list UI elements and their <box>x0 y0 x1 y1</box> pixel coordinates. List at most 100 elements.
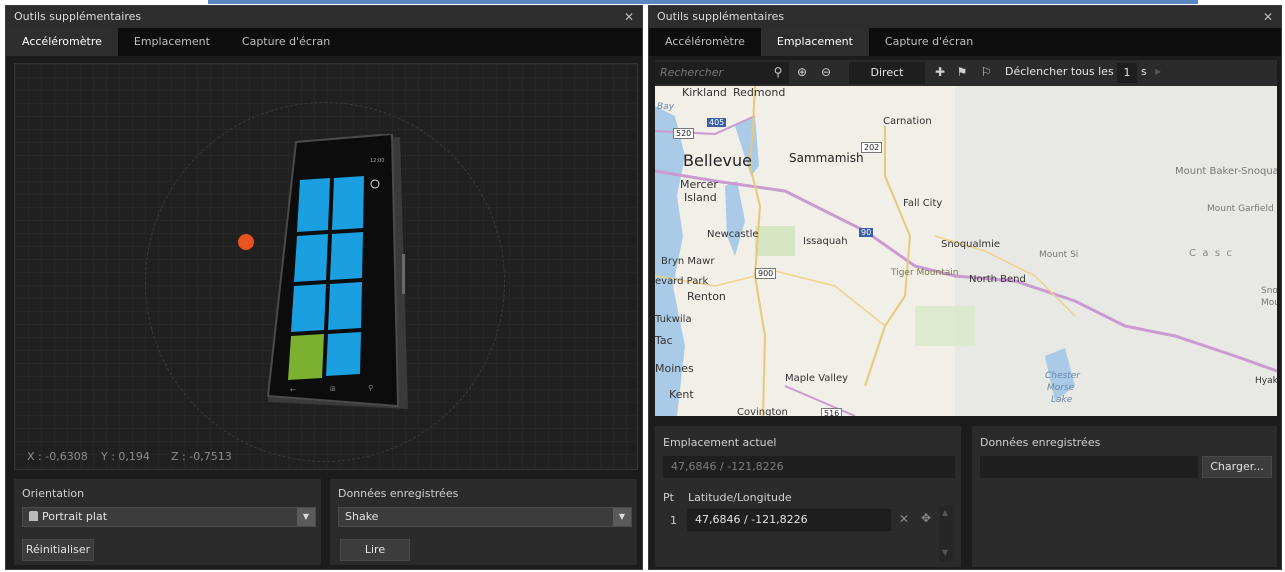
tab-strip: Accéléromètre Emplacement Capture d'écra… <box>649 28 1281 56</box>
map-label: Morse <box>1047 383 1075 393</box>
orientation-value: Portrait plat <box>42 510 108 523</box>
highway-shield: 202 <box>861 142 883 153</box>
map-label: Tukwila <box>655 314 692 325</box>
location-recorded-data-panel: Données enregistrées Charger... <box>972 426 1277 567</box>
map-label: Moines <box>655 362 694 375</box>
map-toolbar: Rechercher ⚲ ⊕ ⊖ Direct ✚ ⚑ ⚐ Déclencher… <box>655 60 1277 86</box>
map-label: Tac <box>655 334 673 347</box>
map-label: Kent <box>669 388 694 401</box>
highway-shield: 90 <box>859 228 874 237</box>
close-icon[interactable]: ✕ <box>624 6 634 28</box>
current-location-field: 47,6846 / -121,8226 <box>663 456 955 478</box>
tab-accelerometer[interactable]: Accéléromètre <box>649 28 761 56</box>
map-label: Covington <box>737 407 788 416</box>
tab-screenshot[interactable]: Capture d'écran <box>226 28 346 56</box>
map-label: Newcastle <box>707 229 759 240</box>
map-label: Fall City <box>903 198 943 209</box>
map-label: C a s c <box>1189 248 1232 259</box>
recorded-data-panel: Données enregistrées Shake ▼ Lire <box>330 479 637 565</box>
map-label: Mou <box>1261 298 1277 308</box>
search-placeholder: Rechercher <box>660 66 724 79</box>
zoom-out-icon[interactable]: ⊖ <box>817 60 835 84</box>
point-number: 1 <box>670 514 677 527</box>
svg-text:←: ← <box>290 386 296 394</box>
delete-point-icon[interactable]: ✕ <box>899 512 909 526</box>
map-view[interactable]: Kirkland Redmond Bay Carnation Bellevue … <box>655 86 1277 416</box>
scroll-down-icon[interactable]: ▼ <box>942 548 948 557</box>
chevron-down-icon[interactable]: ▼ <box>613 508 631 526</box>
map-label: Mercer <box>680 178 718 191</box>
drag-handle-dot[interactable] <box>238 234 254 250</box>
orientation-panel: Orientation Portrait plat ▼ Réinitialise… <box>14 479 321 565</box>
play-button[interactable]: Lire <box>340 539 410 561</box>
map-label: Redmond <box>733 86 786 99</box>
z-readout: Z : -0,7513 <box>171 450 232 463</box>
reset-button[interactable]: Réinitialiser <box>22 539 94 561</box>
search-icon[interactable]: ⚲ <box>769 60 787 84</box>
svg-text:12:00: 12:00 <box>370 158 384 164</box>
recorded-data-value: Shake <box>345 510 379 523</box>
point-latlon-input[interactable]: 47,6846 / -121,8226 <box>687 509 891 531</box>
recorded-data-select[interactable]: Shake ▼ <box>338 507 632 527</box>
map-label: Bryn Mawr <box>661 256 715 267</box>
tab-accelerometer[interactable]: Accéléromètre <box>6 28 118 56</box>
move-point-icon[interactable]: ✥ <box>921 511 931 525</box>
direct-mode-button[interactable]: Direct <box>849 62 925 84</box>
map-label: Sammamish <box>789 151 864 165</box>
tab-screenshot[interactable]: Capture d'écran <box>869 28 989 56</box>
current-location-label: Emplacement actuel <box>663 436 777 449</box>
portrait-icon <box>29 511 38 521</box>
zoom-in-icon[interactable]: ⊕ <box>793 60 811 84</box>
map-label: Tiger Mountain <box>891 268 959 278</box>
clear-pins-icon[interactable]: ⚑ <box>953 60 971 84</box>
map-label: Mount Garfield <box>1207 204 1274 214</box>
recorded-data-label: Données enregistrées <box>980 436 1101 449</box>
window-title: Outils supplémentaires <box>14 10 142 23</box>
interval-input[interactable]: 1 <box>1117 63 1137 83</box>
close-icon[interactable]: ✕ <box>1263 6 1273 28</box>
window-title: Outils supplémentaires <box>657 10 785 23</box>
map-label: North Bend <box>969 274 1026 285</box>
map-label: Issaquah <box>803 236 848 247</box>
map-label: Mount Baker-Snoqual <box>1175 166 1277 177</box>
add-pin-icon[interactable]: ✚ <box>931 60 949 84</box>
map-label: Carnation <box>883 116 932 127</box>
highway-shield: 520 <box>673 128 695 139</box>
map-label: Island <box>684 191 717 204</box>
map-label: Kirkland <box>682 86 727 99</box>
map-label: Snoqualmie <box>941 239 1001 250</box>
map-label: Renton <box>687 290 726 303</box>
points-column-latlon: Latitude/Longitude <box>688 491 792 504</box>
chevron-down-icon[interactable]: ▼ <box>297 508 315 526</box>
highway-shield: 405 <box>707 118 727 127</box>
current-location-panel: Emplacement actuel 47,6846 / -121,8226 P… <box>655 426 961 567</box>
direct-label: Direct <box>870 66 904 79</box>
svg-text:⊞: ⊞ <box>330 385 336 393</box>
interval-value: 1 <box>1123 66 1131 79</box>
map-label: Lake <box>1051 395 1073 405</box>
accent-strip <box>208 0 1198 4</box>
map-canvas <box>655 86 1277 416</box>
map-label: Hyak <box>1255 376 1277 386</box>
load-button[interactable]: Charger... <box>1202 456 1272 478</box>
map-label: Bay <box>657 102 675 112</box>
accelerometer-viewport[interactable]: 12:00 ← ⊞ ⚲ X : -0,6308 Y : 0,194 Z : -0… <box>14 63 638 470</box>
play-icon[interactable]: ▶ <box>1151 60 1165 84</box>
recorded-data-field[interactable] <box>980 456 1198 478</box>
map-label: Snoq <box>1261 286 1277 296</box>
phone-model: 12:00 ← ⊞ ⚲ <box>266 134 408 409</box>
window-titlebar: Outils supplémentaires ✕ <box>649 6 1281 28</box>
tab-location[interactable]: Emplacement <box>760 28 869 56</box>
trigger-label: Déclencher tous les <box>1005 65 1114 78</box>
y-readout: Y : 0,194 <box>101 450 150 463</box>
orientation-select[interactable]: Portrait plat ▼ <box>22 507 316 527</box>
tab-location[interactable]: Emplacement <box>118 28 226 56</box>
additional-tools-window-accelerometer: Outils supplémentaires ✕ Accéléromètre E… <box>5 5 643 570</box>
save-pins-icon[interactable]: ⚐ <box>977 60 995 84</box>
points-column-pt: Pt <box>663 491 674 504</box>
points-scrollbar[interactable]: ▲ ▼ <box>939 506 953 562</box>
x-readout: X : -0,6308 <box>27 450 88 463</box>
scroll-up-icon[interactable]: ▲ <box>942 508 948 517</box>
map-label: Chester <box>1045 371 1080 381</box>
highway-shield: 516 <box>821 408 843 416</box>
